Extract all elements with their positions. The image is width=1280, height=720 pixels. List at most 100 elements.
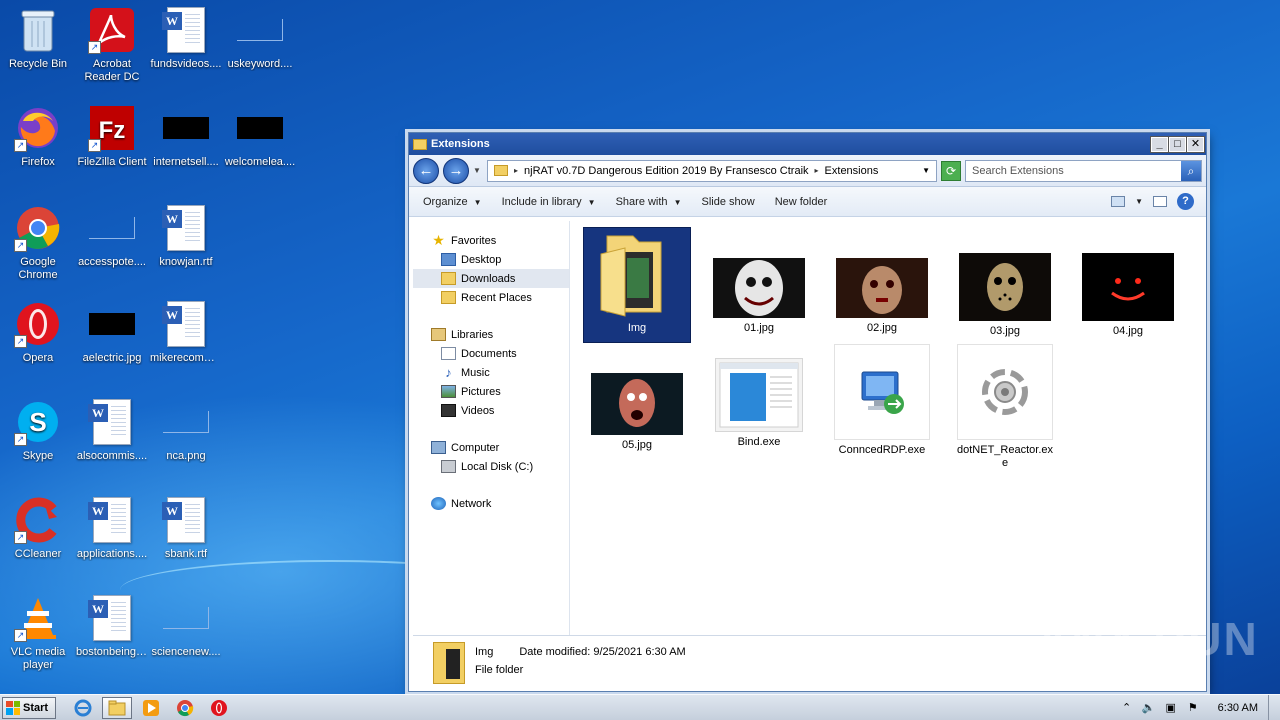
shortcut-arrow-icon: ↗	[14, 139, 27, 152]
desktop-icon-internetsell[interactable]: internetsell....	[148, 104, 224, 169]
desktop-icon-label: CCleaner	[14, 548, 62, 560]
breadcrumb[interactable]: ▸ njRAT v0.7D Dangerous Edition 2019 By …	[487, 159, 937, 182]
recent-pages-dropdown[interactable]: ▼	[473, 166, 483, 175]
slide-show-button[interactable]: Slide show	[693, 192, 762, 212]
organize-button[interactable]: Organize ▼	[415, 192, 490, 212]
start-button[interactable]: Start	[2, 696, 56, 719]
nav-item-network[interactable]: Network	[413, 494, 569, 513]
file-item-img-folder[interactable]: Img	[583, 227, 691, 343]
new-folder-button[interactable]: New folder	[767, 192, 836, 212]
desktop-icon-recycle-bin[interactable]: Recycle Bin	[0, 6, 76, 71]
breadcrumb-item[interactable]: njRAT v0.7D Dangerous Edition 2019 By Fr…	[524, 165, 809, 177]
show-hidden-icons-icon[interactable]: ⌃	[1120, 701, 1134, 715]
file-name: 04.jpg	[1113, 325, 1143, 337]
desktop-icon-chrome[interactable]: ↗ Google Chrome	[0, 204, 76, 282]
network-icon	[431, 497, 446, 510]
nav-item-documents[interactable]: Documents	[413, 344, 569, 363]
desktop-icon-firefox[interactable]: ↗ Firefox	[0, 104, 76, 169]
nav-item-desktop[interactable]: Desktop	[413, 250, 569, 269]
desktop-icon-skype[interactable]: S ↗ Skype	[0, 398, 76, 463]
shortcut-arrow-icon: ↗	[14, 433, 27, 446]
nav-item-videos[interactable]: Videos	[413, 401, 569, 420]
desktop-icon-applications[interactable]: W applications....	[74, 496, 150, 561]
breadcrumb-separator-icon[interactable]: ▸	[514, 166, 518, 175]
desktop-icon-sbank[interactable]: W sbank.rtf	[148, 496, 224, 561]
word-doc-icon: W	[162, 300, 210, 348]
share-with-button[interactable]: Share with ▼	[608, 192, 690, 212]
desktop-icon-bostonbeing[interactable]: W bostonbeing....	[74, 594, 150, 659]
nav-item-computer[interactable]: Computer	[413, 438, 569, 457]
file-item-04-jpg[interactable]: 04.jpg	[1075, 253, 1181, 338]
desktop-icon-accesspote[interactable]: accesspote....	[74, 204, 150, 269]
desktop-icon-acrobat[interactable]: ↗ Acrobat Reader DC	[74, 6, 150, 84]
desktop-icon-label: sbank.rtf	[164, 548, 208, 560]
share-with-label: Share with	[615, 195, 668, 208]
desktop-icon-nca[interactable]: nca.png	[148, 398, 224, 463]
file-item-05-jpg[interactable]: 05.jpg	[584, 373, 690, 452]
breadcrumb-separator-icon[interactable]: ▸	[815, 166, 819, 175]
preview-pane-icon[interactable]	[1153, 196, 1167, 207]
nav-item-local-disk[interactable]: Local Disk (C:)	[413, 457, 569, 476]
desktop-icon-uskeyword[interactable]: uskeyword....	[222, 6, 298, 71]
include-in-library-label: Include in library	[501, 195, 582, 208]
nav-item-downloads[interactable]: Downloads	[413, 269, 569, 288]
file-list: Img 01.jpg 02.jpg 03.jpg 04.jpg 05.jpg B…	[570, 221, 1206, 635]
desktop-icon-welcomelea[interactable]: welcomelea....	[222, 104, 298, 169]
taskbar-ie[interactable]	[68, 697, 98, 719]
refresh-button[interactable]: ⟳	[941, 160, 961, 181]
change-view-icon[interactable]	[1111, 196, 1126, 207]
desktop-icon-vlc[interactable]: ↗ VLC media player	[0, 594, 76, 672]
desktop-icon-fundsvideos[interactable]: W fundsvideos....	[148, 6, 224, 71]
desktop-icon-label: VLC media player	[10, 646, 66, 671]
file-item-01-jpg[interactable]: 01.jpg	[706, 258, 812, 335]
search-input[interactable]: Search Extensions ⌕	[965, 159, 1202, 182]
desktop-icon-filezilla[interactable]: Fz ↗ FileZilla Client	[74, 104, 150, 169]
word-doc-icon: W	[162, 204, 210, 252]
action-center-flag-icon[interactable]: ⚑	[1186, 701, 1200, 715]
file-item-conncedrdp-exe[interactable]: ConncedRDP.exe	[829, 344, 935, 457]
maximize-button[interactable]: □	[1168, 135, 1187, 153]
nav-item-favorites[interactable]: ★ Favorites	[413, 231, 569, 250]
desktop-icon-aelectric[interactable]: aelectric.jpg	[74, 300, 150, 365]
nav-item-recent-places[interactable]: Recent Places	[413, 288, 569, 307]
file-item-dotnet-reactor-exe[interactable]: dotNET_Reactor.exe	[952, 344, 1058, 470]
forward-button[interactable]: →	[443, 157, 469, 184]
file-item-bind-exe[interactable]: Bind.exe	[706, 358, 812, 449]
address-dropdown-icon[interactable]: ▼	[922, 166, 930, 175]
title-bar[interactable]: Extensions _ □ ✕	[409, 133, 1206, 155]
nav-item-music[interactable]: ♪ Music	[413, 363, 569, 382]
nav-item-libraries[interactable]: Libraries	[413, 325, 569, 344]
downloads-icon	[441, 272, 456, 285]
nav-label: Pictures	[461, 385, 501, 398]
show-desktop-button[interactable]	[1268, 694, 1280, 720]
desktop-icon-label: fundsvideos....	[150, 58, 222, 70]
chevron-down-icon[interactable]: ▼	[1135, 197, 1143, 206]
include-in-library-button[interactable]: Include in library ▼	[494, 192, 604, 212]
file-item-03-jpg[interactable]: 03.jpg	[952, 253, 1058, 338]
back-button[interactable]: ←	[413, 157, 439, 184]
breadcrumb-item[interactable]: Extensions	[825, 165, 879, 177]
network-status-icon[interactable]: ▣	[1164, 701, 1178, 715]
volume-icon[interactable]: 🔈	[1142, 701, 1156, 715]
taskbar-chrome[interactable]	[170, 697, 200, 719]
ccleaner-icon: ↗	[14, 496, 62, 544]
nav-item-pictures[interactable]: Pictures	[413, 382, 569, 401]
desktop-icon-label: uskeyword....	[227, 58, 293, 70]
desktop-icon-knowjan[interactable]: W knowjan.rtf	[148, 204, 224, 269]
desktop-icon-opera[interactable]: ↗ Opera	[0, 300, 76, 365]
minimize-button[interactable]: _	[1150, 135, 1169, 153]
taskbar-explorer[interactable]	[102, 696, 132, 719]
taskbar-media-player[interactable]	[136, 697, 166, 719]
desktop-icon-label: sciencenew....	[151, 646, 221, 658]
details-type: File folder	[475, 664, 524, 676]
clock[interactable]: 6:30 AM	[1218, 702, 1258, 714]
desktop-icon-ccleaner[interactable]: ↗ CCleaner	[0, 496, 76, 561]
close-button[interactable]: ✕	[1186, 135, 1205, 153]
search-icon[interactable]: ⌕	[1181, 160, 1201, 181]
desktop-icon-mikerecomm[interactable]: W mikerecomm....	[148, 300, 224, 365]
taskbar-opera[interactable]	[204, 697, 234, 719]
desktop-icon-alsocommis[interactable]: W alsocommis....	[74, 398, 150, 463]
file-item-02-jpg[interactable]: 02.jpg	[829, 258, 935, 335]
help-icon[interactable]: ?	[1177, 193, 1194, 210]
desktop-icon-sciencenew[interactable]: sciencenew....	[148, 594, 224, 659]
